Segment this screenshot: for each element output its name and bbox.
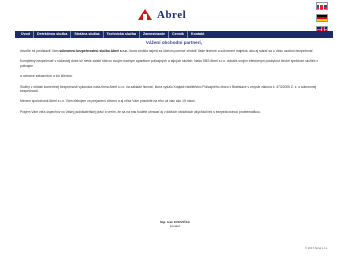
wishes-paragraph: Prajem Vám veľa úspechov vo Vašej podnik… <box>20 109 261 114</box>
footer-copyright: © 2017 Abrel s.r.o. <box>304 246 328 250</box>
thanks-paragraph: Menom spoločnosti Abrel s.r.o. Vám ďakuj… <box>20 99 196 104</box>
flag-slovakia-icon[interactable] <box>316 2 328 11</box>
signature: Mgr. Ivan KONVIČKA konateľ <box>0 220 350 228</box>
signature-role: konateľ <box>170 223 180 228</box>
security-paragraph: Kompletný bezpečnosť v súčasnej dobe už … <box>20 59 319 68</box>
logo-text: Abrel <box>157 9 187 21</box>
language-switcher <box>316 2 328 34</box>
nav-item-cennik[interactable]: Cenník <box>169 31 188 38</box>
nav-item-strazna-sluzba[interactable]: Strážna služba <box>71 31 104 38</box>
nav-item-zamestnanie[interactable]: Zamestnanie <box>140 31 169 38</box>
intro-text-end: , ktorá vznikla najmä za účelom pomôcť c… <box>127 49 314 53</box>
logo-triangle-icon <box>138 9 154 21</box>
protection-paragraph: a ochrane zákazníkov a ich klientov. <box>20 74 73 79</box>
main-content: Vážení obchodní partneri, dovoľte mi pre… <box>20 40 328 120</box>
company-name: súkromnú bezpečnostnú službu Abrel s.r.o… <box>59 49 128 53</box>
nav-item-detektivna-sluzba[interactable]: Detektívna služba <box>34 31 72 38</box>
intro-paragraph: dovoľte mi predstaviť Vám súkromnú bezpe… <box>20 49 328 53</box>
header: Abrel <box>0 0 350 34</box>
logo[interactable]: Abrel <box>138 9 186 21</box>
intro-text: dovoľte mi predstaviť Vám <box>20 49 60 53</box>
greeting-heading: Vážení obchodní partneri, <box>145 40 203 45</box>
nav-item-uvod[interactable]: Úvod <box>18 31 34 38</box>
main-navigation: Úvod Detektívna služba Strážna služba Te… <box>15 31 333 38</box>
nav-item-technicka-sluzba[interactable]: Technická služba <box>104 31 141 38</box>
flag-germany-icon[interactable] <box>316 14 328 22</box>
nav-item-kontakt[interactable]: Kontakt <box>188 31 207 38</box>
license-paragraph: Služby v oblasti komerčnej bezpečnosti v… <box>20 84 317 94</box>
